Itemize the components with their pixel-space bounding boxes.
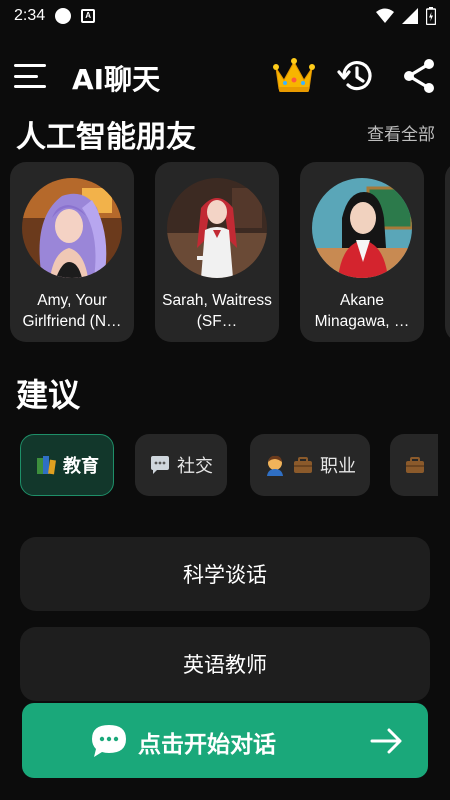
friend-name: Akane Minagawa, … (314, 292, 410, 330)
friend-name: Sarah, Waitress (SF… (162, 292, 272, 330)
battery-icon (426, 7, 436, 25)
start-chat-label: 点击开始对话 (138, 732, 276, 758)
books-icon (37, 456, 56, 475)
suggestions-title: 建议 (16, 376, 81, 414)
ai-friends-title: 人工智能朋友 (16, 120, 196, 155)
share-icon[interactable] (400, 56, 440, 96)
suggestion-item[interactable]: 英语教师 (20, 627, 430, 701)
crown-icon[interactable] (272, 56, 316, 96)
person-icon (267, 455, 283, 476)
ai-friends-carousel[interactable]: Amy, Your Girlfriend (N… Sarah, Waitress… (0, 160, 450, 344)
chip-more[interactable] (390, 434, 438, 496)
status-time: 2:34 (14, 7, 46, 24)
chip-label: 教育 (63, 456, 99, 477)
ai-friends-header: 人工智能朋友 查看全部 (0, 108, 450, 155)
briefcase-icon (406, 457, 424, 473)
chip-label: 职业 (320, 456, 356, 477)
wifi-icon (376, 8, 394, 23)
arrow-right-icon (370, 728, 402, 754)
friend-card[interactable]: Sarah, Waitress (SF… (155, 162, 279, 342)
app-title: AI聊天 (72, 63, 161, 96)
chip-career[interactable]: 职业 (250, 434, 370, 496)
speech-bubble-icon (151, 456, 169, 474)
friend-card[interactable]: Amy, Your Girlfriend (N… (10, 162, 134, 342)
suggestion-item[interactable]: 科学谈话 (20, 537, 430, 611)
menu-icon[interactable] (14, 62, 48, 90)
see-all-link[interactable]: 查看全部 (367, 120, 435, 145)
history-icon[interactable] (336, 56, 376, 96)
friend-card[interactable]: Akane Minagawa, … (300, 162, 424, 342)
friend-card[interactable] (445, 162, 450, 342)
signal-icon (402, 8, 418, 24)
chat-bubble-icon (92, 725, 126, 757)
app-notification-icon: A (81, 9, 96, 23)
friend-name: Amy, Your Girlfriend (N… (22, 292, 122, 330)
status-bar: 2:34 A (0, 0, 450, 32)
start-chat-button[interactable]: 点击开始对话 (22, 703, 428, 778)
friend-avatar (312, 178, 412, 278)
category-chips: 教育 社交 职业 (0, 432, 438, 498)
friend-avatar (22, 178, 122, 278)
chip-label: 社交 (177, 456, 213, 477)
briefcase-icon (294, 457, 312, 473)
friend-avatar (167, 178, 267, 278)
chip-social[interactable]: 社交 (135, 434, 227, 496)
app-bar: AI聊天 (0, 48, 450, 104)
notification-dot-icon (55, 8, 72, 24)
chip-education[interactable]: 教育 (20, 434, 114, 496)
